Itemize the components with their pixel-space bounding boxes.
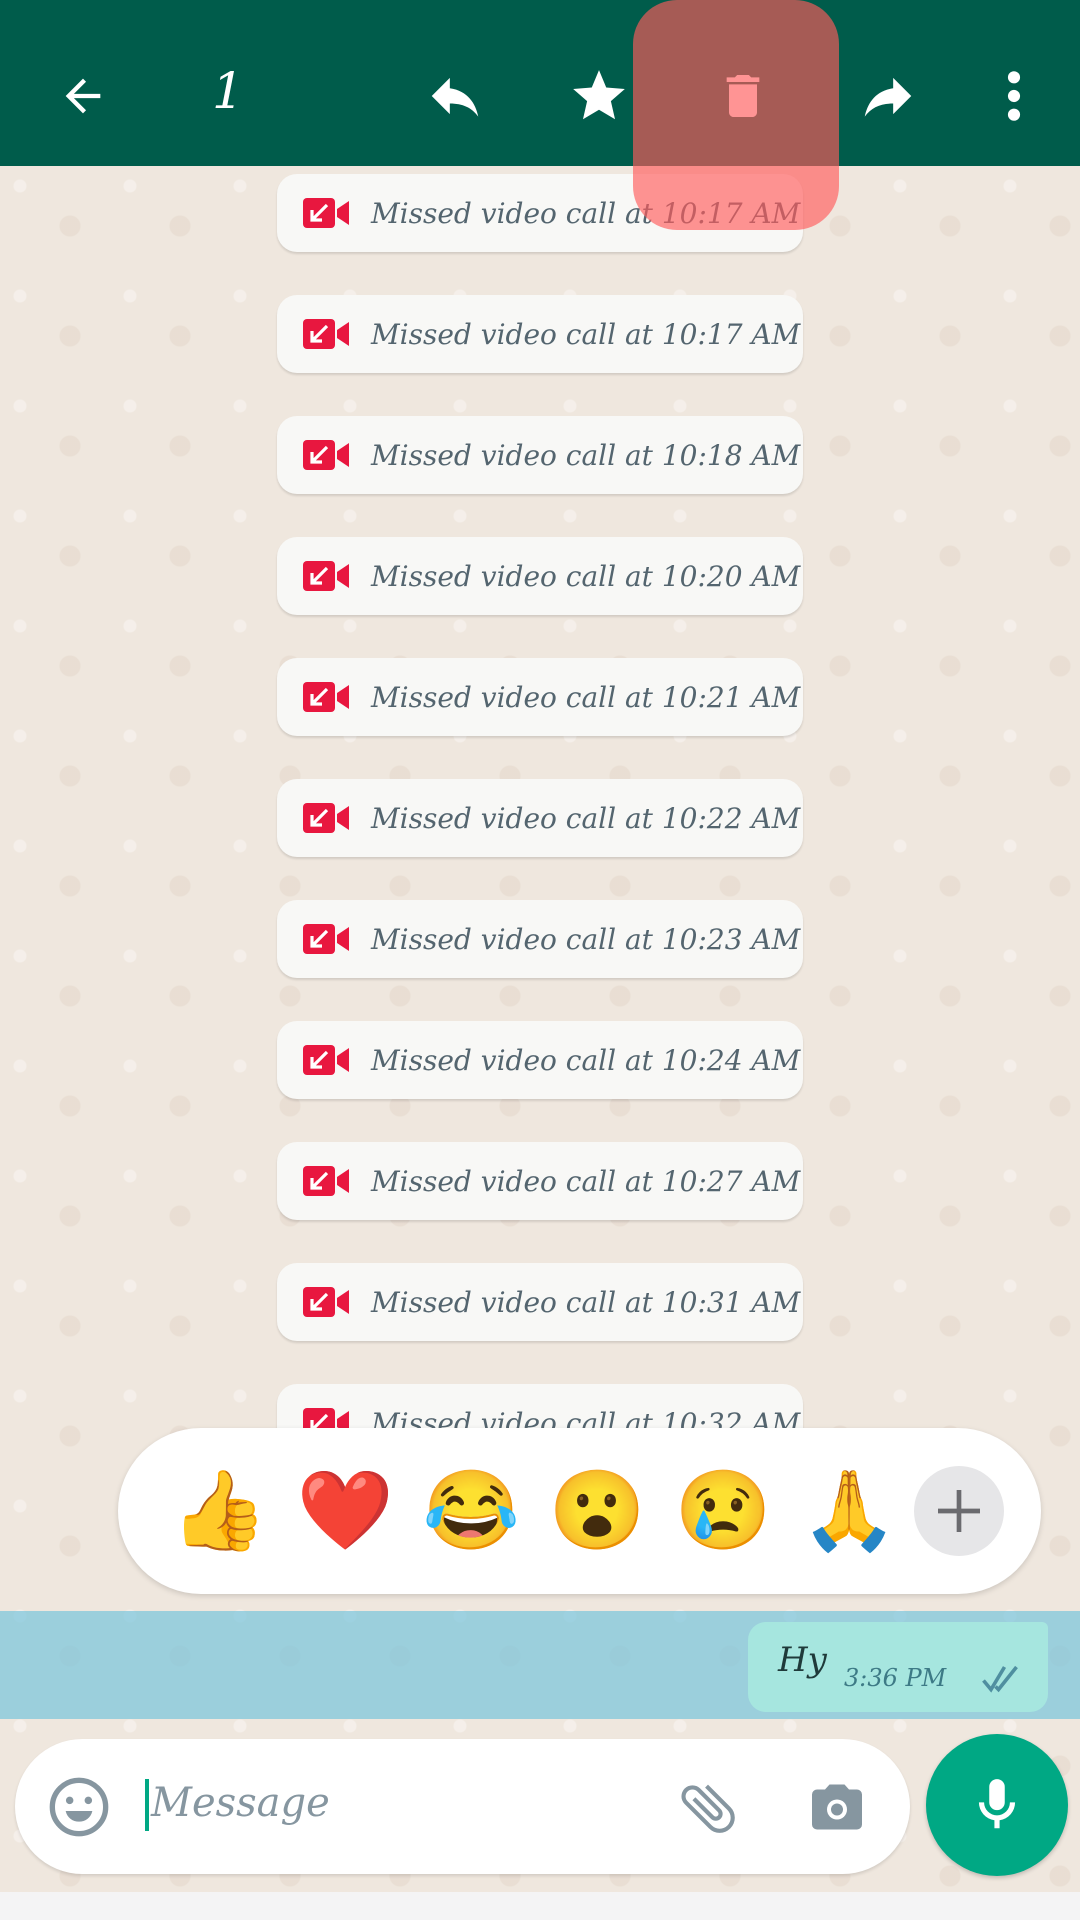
microphone-icon	[978, 1779, 1016, 1829]
reply-button[interactable]	[415, 56, 495, 136]
missed-call-message[interactable]: Missed video call at 10:21 AM	[277, 658, 803, 736]
missed-video-call-icon	[303, 803, 349, 833]
message-list[interactable]: Missed video call at 10:17 AM Missed vide…	[0, 166, 1080, 1428]
message-input[interactable]: Message	[145, 1779, 330, 1831]
missed-video-call-icon	[303, 924, 349, 954]
delete-button[interactable]	[703, 56, 783, 136]
camera-icon[interactable]	[805, 1777, 869, 1837]
message-text: Missed video call at 10:32 AM	[371, 1406, 801, 1429]
missed-call-message[interactable]: Missed video call at 10:31 AM	[277, 1263, 803, 1341]
reaction-surprised[interactable]: 😮	[534, 1472, 660, 1550]
missed-call-message[interactable]: Missed video call at 10:17 AM	[277, 174, 803, 252]
more-options-button[interactable]	[974, 56, 1054, 136]
star-button[interactable]	[559, 56, 639, 136]
missed-video-call-icon	[303, 1166, 349, 1196]
missed-video-call-icon	[303, 682, 349, 712]
missed-video-call-icon	[303, 319, 349, 349]
message-text: Missed video call at 10:20 AM	[371, 559, 801, 593]
missed-call-message[interactable]: Missed video call at 10:17 AM	[277, 295, 803, 373]
message-text: Missed video call at 10:22 AM	[371, 801, 801, 835]
message-text: Missed video call at 10:18 AM	[371, 438, 801, 472]
message-text: Missed video call at 10:17 AM	[371, 196, 801, 230]
selected-message[interactable]: Hy 3:36 PM	[748, 1622, 1048, 1712]
reaction-bar: 👍 ❤️ 😂 😮 😢 🙏	[118, 1428, 1041, 1594]
missed-video-call-icon	[303, 440, 349, 470]
more-options-icon	[1007, 71, 1021, 121]
selected-count: 1	[212, 62, 244, 120]
attach-icon[interactable]	[675, 1775, 741, 1841]
missed-call-message[interactable]: Missed video call at 10:22 AM	[277, 779, 803, 857]
back-arrow-icon	[65, 78, 101, 114]
message-text: Missed video call at 10:31 AM	[371, 1285, 801, 1319]
missed-call-message[interactable]: Missed video call at 10:24 AM	[277, 1021, 803, 1099]
reaction-thumbs-up[interactable]: 👍	[156, 1472, 282, 1550]
message-text: Hy	[778, 1640, 827, 1680]
missed-call-message[interactable]: Missed video call at 10:18 AM	[277, 416, 803, 494]
reaction-laugh[interactable]: 😂	[408, 1472, 534, 1550]
forward-button[interactable]	[848, 56, 928, 136]
reaction-pray[interactable]: 🙏	[786, 1472, 912, 1550]
delete-icon	[726, 75, 760, 117]
selection-toolbar: 1	[0, 0, 1080, 166]
message-text: Missed video call at 10:23 AM	[371, 922, 801, 956]
system-nav-bar	[0, 1892, 1080, 1920]
forward-icon	[864, 77, 912, 117]
more-reactions-button[interactable]	[914, 1466, 1004, 1556]
missed-call-message[interactable]: Missed video call at 10:20 AM	[277, 537, 803, 615]
message-text: Missed video call at 10:17 AM	[371, 317, 801, 351]
double-check-icon	[982, 1665, 1018, 1693]
message-text: Missed video call at 10:27 AM	[371, 1164, 801, 1198]
reaction-heart[interactable]: ❤️	[282, 1472, 408, 1550]
missed-video-call-icon	[303, 1045, 349, 1075]
reply-icon	[431, 77, 479, 117]
missed-video-call-icon	[303, 561, 349, 591]
message-composer: Message	[15, 1739, 910, 1874]
message-text: Missed video call at 10:24 AM	[371, 1043, 801, 1077]
star-icon	[573, 70, 625, 120]
missed-video-call-icon	[303, 198, 349, 228]
voice-message-button[interactable]	[926, 1734, 1068, 1876]
missed-video-call-icon	[303, 1287, 349, 1317]
missed-call-message[interactable]: Missed video call at 10:32 AM	[277, 1384, 803, 1428]
plus-icon	[938, 1490, 980, 1532]
missed-video-call-icon	[303, 1408, 349, 1428]
back-button[interactable]	[43, 56, 123, 136]
reaction-sad[interactable]: 😢	[660, 1472, 786, 1550]
emoji-icon[interactable]	[47, 1775, 111, 1839]
message-text: Missed video call at 10:21 AM	[371, 680, 801, 714]
message-time: 3:36 PM	[844, 1664, 947, 1692]
missed-call-message[interactable]: Missed video call at 10:23 AM	[277, 900, 803, 978]
missed-call-message[interactable]: Missed video call at 10:27 AM	[277, 1142, 803, 1220]
